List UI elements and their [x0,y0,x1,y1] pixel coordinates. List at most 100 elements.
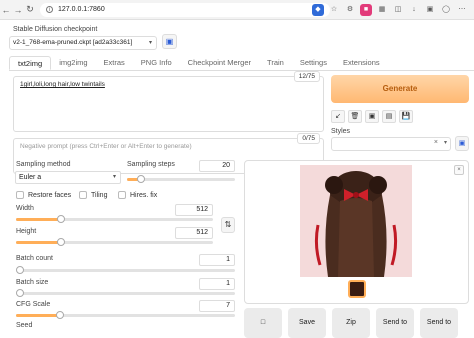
generate-button[interactable]: Generate [331,75,469,103]
batch-count-label: Batch count [16,255,53,262]
cfg-scale-input[interactable]: 7 [199,300,235,312]
image-thumbnail[interactable] [348,280,366,298]
output-gallery: × [244,160,469,304]
slider-handle[interactable] [57,215,66,223]
checkbox-box[interactable] [79,191,87,199]
reload-icon[interactable]: ↻ [24,4,36,15]
list-icon[interactable]: ▤ [382,110,396,123]
width-label: Width [16,205,34,212]
profile-extension-icon[interactable]: ■ [360,4,372,16]
open-folder-button[interactable]: □ [244,308,282,338]
tab-divider [9,70,474,71]
send-to-inpaint-button[interactable]: Send to [420,308,458,338]
checkpoint-select[interactable]: v2-1_768-ema-pruned.ckpt [ad2a33c361] ▾ [9,36,157,50]
slider-fill [16,241,62,244]
tab-checkpoint-merger[interactable]: Checkpoint Merger [180,56,259,70]
seed-label: Seed [16,322,33,329]
width-input[interactable]: 512 [175,204,213,216]
slider-fill [16,314,60,317]
batch-count-input[interactable]: 1 [199,254,235,266]
checkbox-box[interactable] [16,191,24,199]
menu-icon[interactable]: ⋯ [456,4,468,16]
refresh-styles-button[interactable]: ▣ [455,136,469,151]
main-tabs: txt2img img2img Extras PNG Info Checkpoi… [9,56,388,70]
clipboard-icon[interactable]: ▣ [365,110,379,123]
output-actions: □ Save Zip Send to Send to [244,308,458,338]
arrow-right-icon[interactable]: → [12,5,24,15]
site-info-icon[interactable]: i [46,6,53,13]
restore-faces-checkbox[interactable]: Restore faces [16,191,71,199]
checkpoint-value: v2-1_768-ema-pruned.ckpt [ad2a33c361] [13,39,133,46]
zip-button[interactable]: Zip [332,308,370,338]
prompt-tools: ↙ 🗑 ▣ ▤ 💾 [331,110,413,123]
downloads-icon[interactable]: ↓ [408,4,420,16]
browser-toolbar: ← → ↻ i 127.0.0.1:7860 ◆ ☆ ⚙ ■ ▦ ◫ ↓ ▣ ◯… [0,0,474,20]
prompt-token-counter: 12/75 [293,71,320,82]
chevron-down-icon: ▾ [112,174,116,180]
webui-page: Stable Diffusion checkpoint v2-1_768-ema… [0,20,474,338]
account-icon[interactable]: ◯ [440,4,452,16]
checkbox-box[interactable] [118,191,126,199]
swap-dimensions-button[interactable]: ⇅ [221,217,235,233]
slider-handle[interactable] [16,289,24,297]
batch-size-slider[interactable] [16,289,235,297]
generated-image[interactable] [300,165,412,277]
tab-txt2img[interactable]: txt2img [9,56,52,70]
height-slider[interactable] [16,238,213,246]
close-icon[interactable]: × [454,165,464,175]
negative-prompt-placeholder: Negative prompt (press Ctrl+Enter or Alt… [20,143,192,150]
tab-extensions[interactable]: Extensions [335,56,388,70]
slider-handle[interactable] [57,238,66,246]
slider-handle[interactable] [55,311,64,319]
arrow-left-icon[interactable]: ← [0,5,12,15]
arrow-icon[interactable]: ↙ [331,110,345,123]
tab-extras[interactable]: Extras [96,56,133,70]
save-button[interactable]: Save [288,308,326,338]
slider-handle[interactable] [16,266,24,274]
hires-fix-label: Hires. fix [130,191,158,199]
batch-size-input[interactable]: 1 [199,278,235,290]
prompt-text: 1girl,loli,long hair,low twintails [20,81,105,88]
styles-select[interactable]: × ▾ [331,137,451,151]
send-to-img2img-button[interactable]: Send to [376,308,414,338]
cfg-scale-label: CFG Scale [16,301,51,308]
sampling-steps-slider[interactable] [127,175,235,183]
chevron-down-icon: ▾ [443,140,447,146]
checkpoint-label: Stable Diffusion checkpoint [13,26,98,33]
sampling-method-value: Euler a [19,174,42,181]
settings-icon[interactable]: ⚙ [344,4,356,16]
sampling-method-select[interactable]: Euler a ▾ [15,171,121,184]
save-style-icon[interactable]: 💾 [399,110,413,123]
trash-icon[interactable]: 🗑 [348,110,362,123]
chevron-down-icon: ▾ [148,40,152,46]
sampling-steps-input[interactable]: 20 [199,160,235,172]
collections-icon[interactable]: ▣ [424,4,436,16]
tab-settings[interactable]: Settings [292,56,335,70]
prompt-input[interactable]: 1girl,loli,long hair,low twintails 12/75 [13,71,324,132]
tiling-label: Tiling [91,191,108,199]
address-bar[interactable]: i 127.0.0.1:7860 [40,2,330,17]
puzzle-icon[interactable]: ▦ [376,4,388,16]
height-label: Height [16,228,37,235]
bookmark-icon[interactable]: ☆ [328,4,340,16]
clear-icon[interactable]: × [434,139,438,146]
width-slider[interactable] [16,215,213,223]
tiling-checkbox[interactable]: Tiling [79,191,107,199]
negative-prompt-token-counter: 0/75 [297,133,320,144]
sampling-method-label: Sampling method [16,161,71,168]
tab-train[interactable]: Train [259,56,292,70]
styles-label: Styles [331,128,351,135]
slider-handle[interactable] [137,175,146,183]
batch-size-label: Batch size [16,279,49,286]
cfg-scale-slider[interactable] [16,311,235,319]
height-input[interactable]: 512 [175,227,213,239]
sampling-steps-label: Sampling steps [127,161,175,168]
extension-icon[interactable]: ◆ [312,4,324,16]
batch-count-slider[interactable] [16,266,235,274]
url-text: 127.0.0.1:7860 [58,6,105,13]
sidebar-icon[interactable]: ◫ [392,4,404,16]
hires-fix-checkbox[interactable]: Hires. fix [118,191,157,199]
tab-img2img[interactable]: img2img [51,56,95,70]
tab-png-info[interactable]: PNG Info [133,56,180,70]
refresh-checkpoint-button[interactable]: ▣ [162,34,177,49]
